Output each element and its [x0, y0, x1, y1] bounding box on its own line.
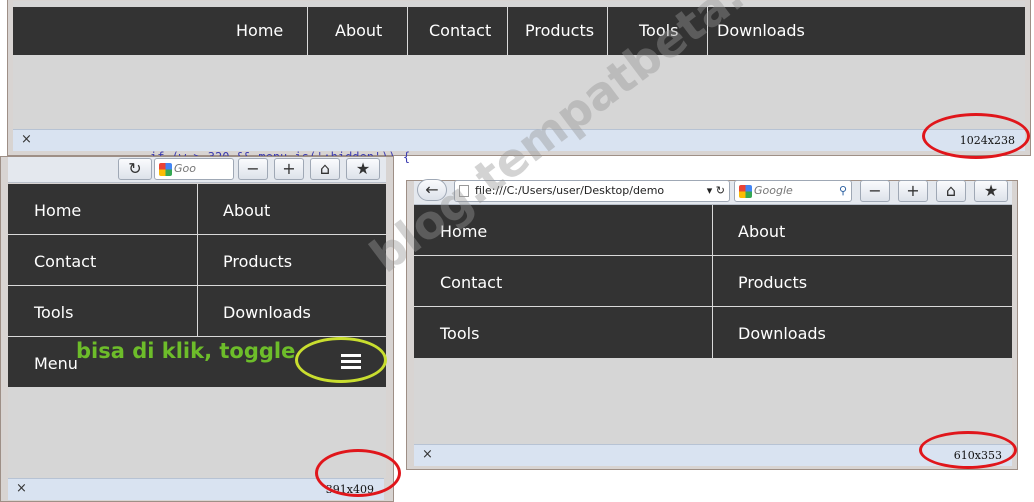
- close-icon[interactable]: ×: [16, 481, 27, 496]
- nav-separator: [414, 306, 1012, 307]
- nav-about[interactable]: About: [223, 201, 270, 220]
- nav-separator: [507, 7, 508, 55]
- narrow-toolbar: ↻ Goo − + ⌂ ★: [8, 157, 386, 183]
- zoom-in-icon[interactable]: +: [274, 158, 304, 180]
- medium-navbar: Home About Contact Products Tools Downlo…: [414, 205, 1012, 358]
- menu-label[interactable]: Menu: [34, 354, 78, 373]
- nav-downloads[interactable]: Downloads: [223, 303, 311, 322]
- narrow-browser-window: ↻ Goo − + ⌂ ★ Home About Contact Product…: [0, 156, 401, 502]
- google-icon: [739, 184, 752, 198]
- close-icon[interactable]: ×: [422, 447, 433, 462]
- medium-browser-window: ← file:///C:/Users/user/Desktop/demo ▾ ↻…: [406, 179, 1018, 470]
- highlight-circle: [919, 431, 1017, 469]
- nav-about[interactable]: About: [738, 222, 785, 241]
- bookmark-icon[interactable]: ★: [346, 158, 380, 180]
- highlight-circle: [315, 449, 401, 497]
- zoom-out-icon[interactable]: −: [860, 180, 890, 202]
- zoom-out-icon[interactable]: −: [238, 158, 268, 180]
- magnifier-icon[interactable]: ⚲: [839, 181, 847, 201]
- search-input[interactable]: Goo: [154, 158, 234, 180]
- close-icon[interactable]: ×: [21, 132, 32, 147]
- bookmark-icon[interactable]: ★: [974, 180, 1008, 202]
- annotation-text: bisa di klik, toggle: [76, 339, 296, 363]
- nav-products[interactable]: Products: [223, 252, 292, 271]
- reload-icon[interactable]: ▾ ↻: [707, 181, 725, 201]
- nav-separator: [607, 7, 608, 55]
- wide-navbar: Home About Contact Products Tools Downlo…: [13, 7, 1025, 55]
- nav-column-separator: [712, 205, 713, 358]
- nav-downloads[interactable]: Downloads: [738, 324, 826, 343]
- search-input[interactable]: Google ⚲: [734, 180, 852, 202]
- nav-contact[interactable]: Contact: [34, 252, 96, 271]
- nav-column-separator: [197, 184, 198, 336]
- home-icon[interactable]: ⌂: [310, 158, 340, 180]
- nav-products[interactable]: Products: [738, 273, 807, 292]
- search-text: Goo: [174, 162, 196, 175]
- nav-separator: [307, 7, 308, 55]
- nav-contact[interactable]: Contact: [440, 273, 502, 292]
- nav-home[interactable]: Home: [236, 21, 283, 40]
- home-icon[interactable]: ⌂: [936, 180, 966, 202]
- nav-tools[interactable]: Tools: [440, 324, 479, 343]
- toggle-highlight-circle: [295, 337, 387, 383]
- nav-home[interactable]: Home: [34, 201, 81, 220]
- reload-icon[interactable]: ↻: [118, 158, 152, 180]
- search-placeholder: Google: [754, 184, 793, 197]
- nav-separator: [414, 255, 1012, 256]
- nav-tools[interactable]: Tools: [34, 303, 73, 322]
- zoom-in-icon[interactable]: +: [898, 180, 928, 202]
- highlight-circle: [922, 113, 1030, 159]
- nav-contact[interactable]: Contact: [429, 21, 491, 40]
- google-icon: [159, 162, 172, 176]
- nav-products[interactable]: Products: [525, 21, 594, 40]
- nav-about[interactable]: About: [335, 21, 382, 40]
- nav-separator: [407, 7, 408, 55]
